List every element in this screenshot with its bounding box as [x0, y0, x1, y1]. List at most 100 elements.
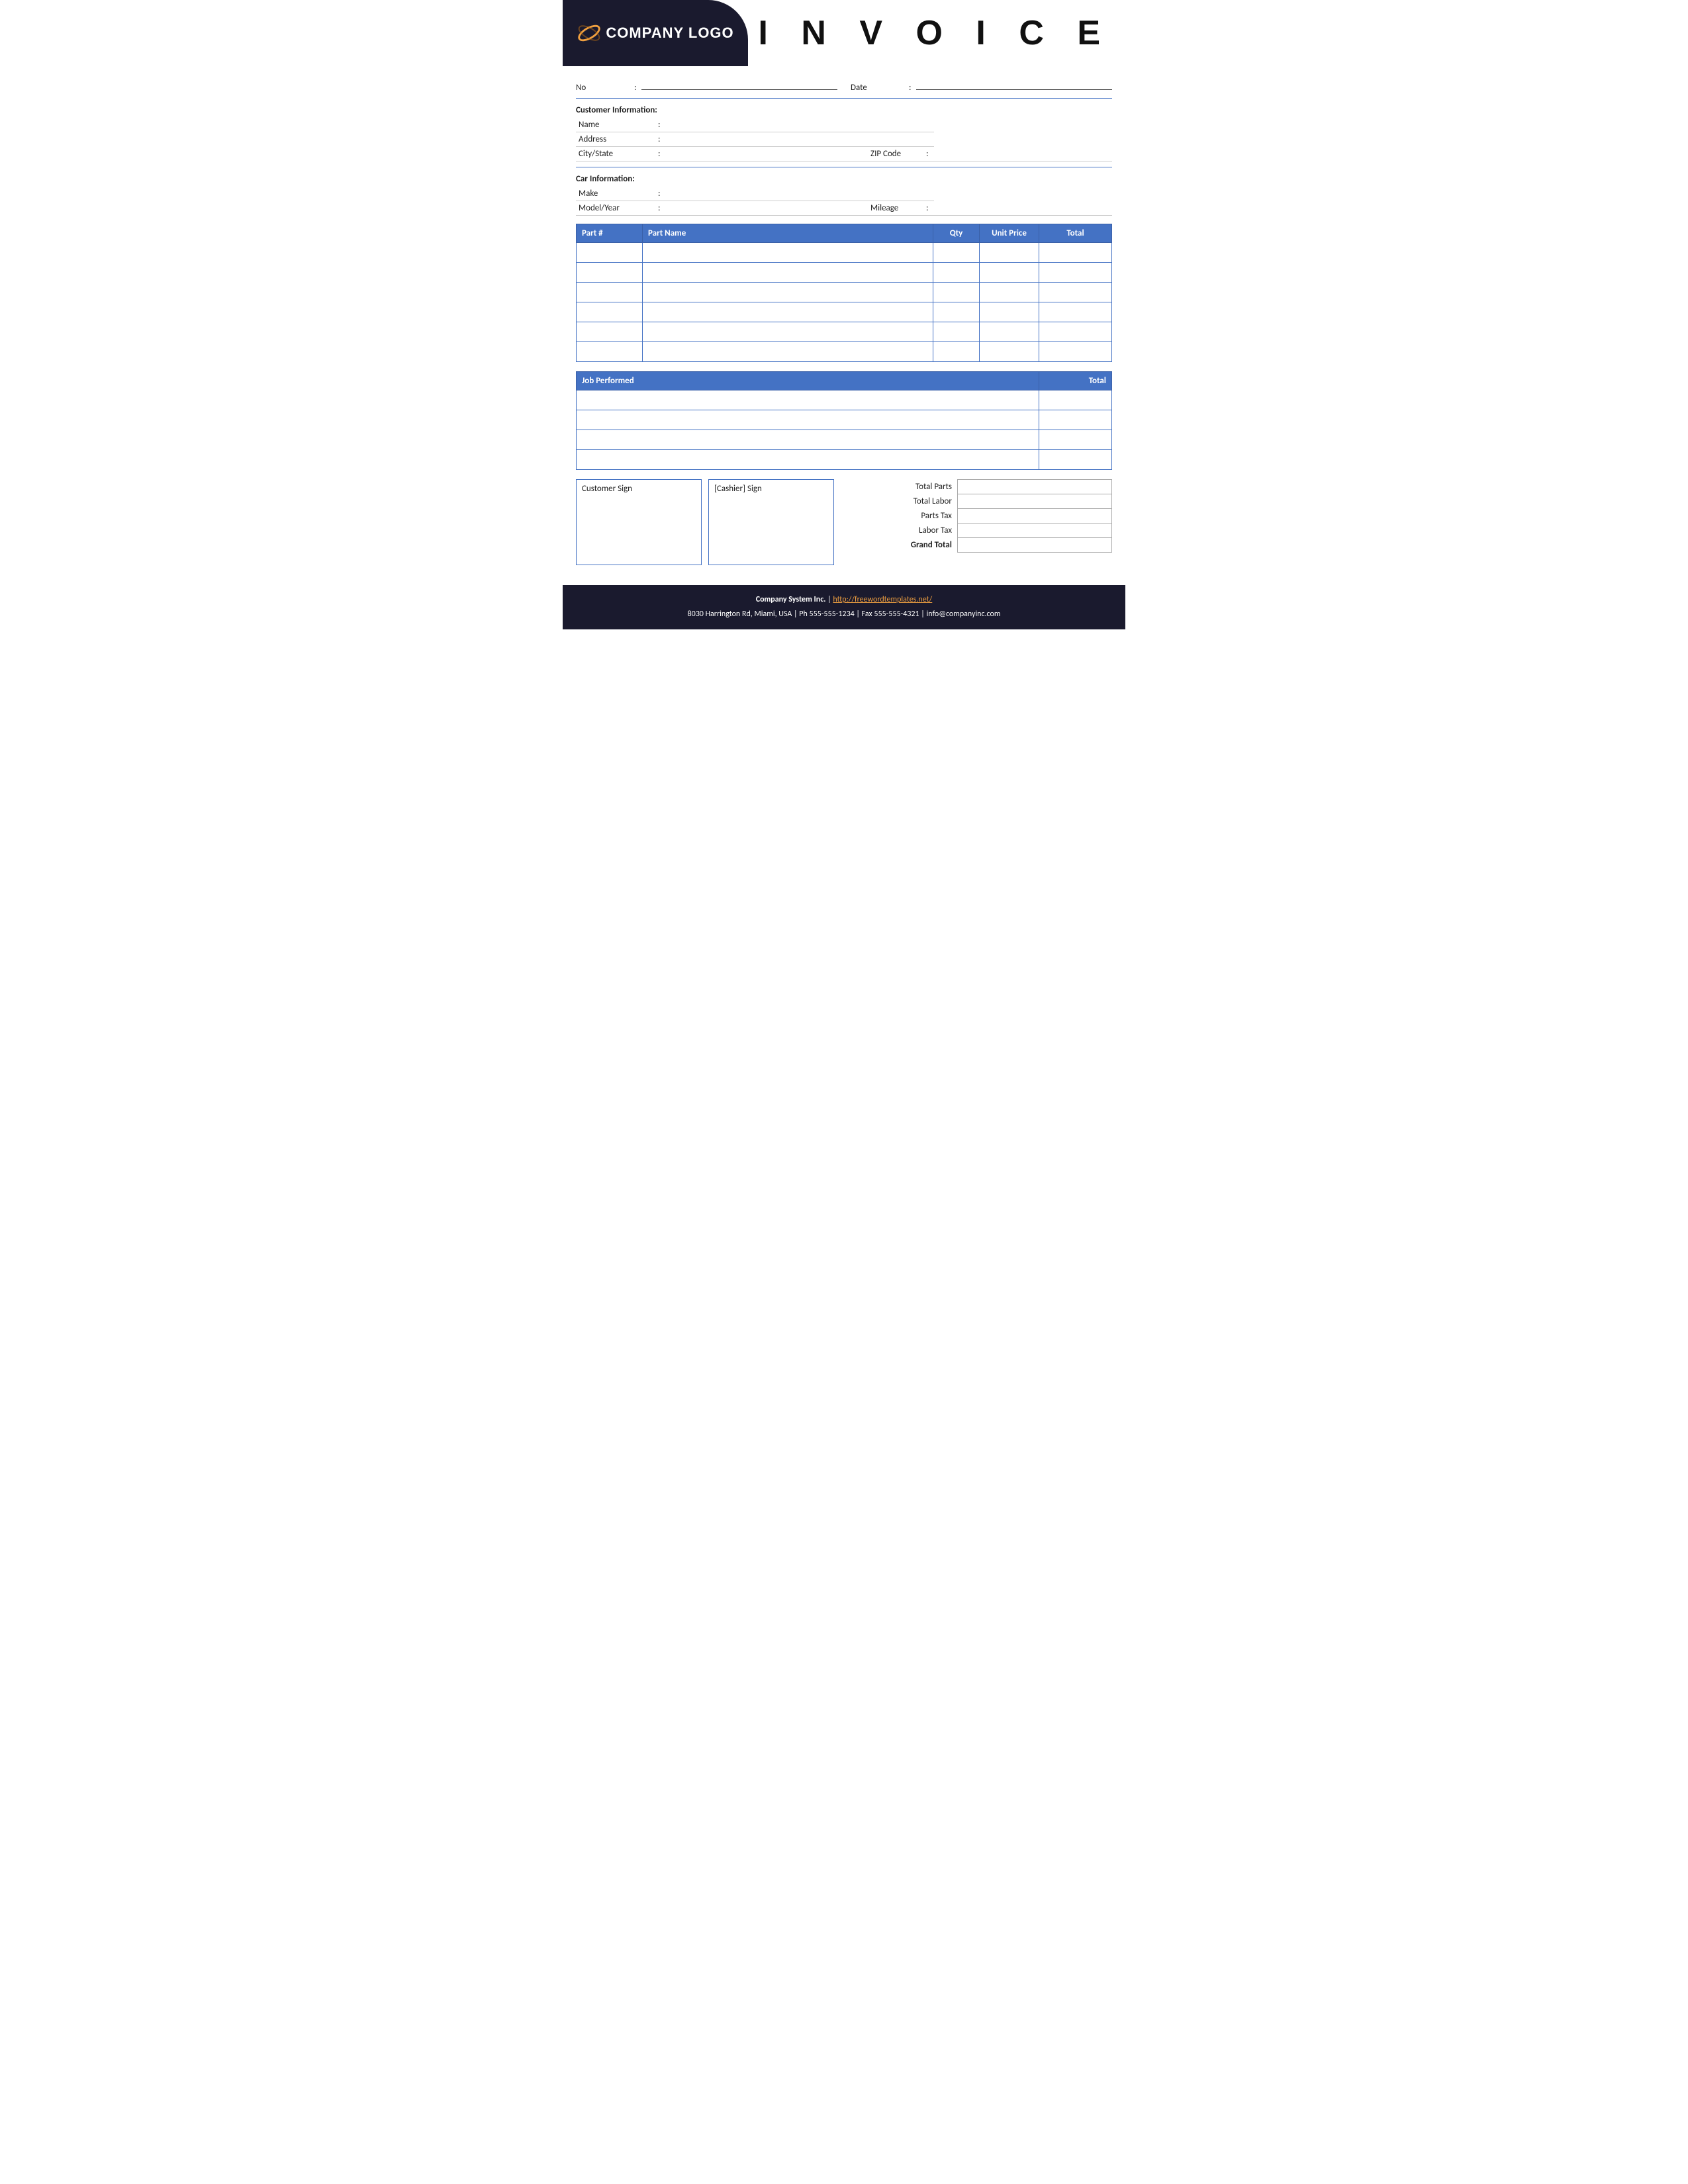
main-content: No : Date : Customer Information: Name :…	[563, 79, 1125, 565]
bottom-section: Customer Sign [Cashier] Sign Total Parts…	[576, 479, 1112, 565]
footer-line2: 8030 Harrington Rd, Miami, USA | Ph 555-…	[576, 608, 1112, 622]
parts-header-qty: Qty	[933, 224, 980, 243]
job-header-row: Job Performed Total	[577, 372, 1112, 390]
parts-header-unitprice: Unit Price	[980, 224, 1039, 243]
parts-row-4	[577, 322, 1112, 342]
cashier-sign-label: [Cashier] Sign	[714, 484, 828, 494]
customer-sign-box: Customer Sign	[576, 479, 702, 565]
parts-row-5	[577, 342, 1112, 362]
modelyear-value	[666, 201, 844, 216]
no-label: No	[576, 83, 629, 93]
address-value	[666, 132, 934, 147]
divider-1	[576, 98, 1112, 99]
grand-total-label: Grand Total	[847, 538, 957, 553]
make-colon: :	[655, 187, 666, 201]
total-parts-label: Total Parts	[847, 480, 957, 494]
address-label: Address	[576, 132, 655, 147]
parts-unitprice-0	[980, 243, 1039, 263]
parts-partnum-2	[577, 283, 643, 302]
job-job-3	[577, 450, 1039, 470]
parts-partnum-3	[577, 302, 643, 322]
date-colon: :	[909, 83, 911, 93]
make-label: Make	[576, 187, 655, 201]
parts-header-partnum: Part #	[577, 224, 643, 243]
parts-unitprice-2	[980, 283, 1039, 302]
parts-partnum-4	[577, 322, 643, 342]
signature-boxes: Customer Sign [Cashier] Sign	[576, 479, 834, 565]
address-row: Address :	[576, 132, 1112, 147]
parts-row-3	[577, 302, 1112, 322]
logo-area: COMPANY LOGO	[563, 0, 748, 66]
citystate-value	[666, 147, 844, 161]
parts-total-1	[1039, 263, 1112, 283]
parts-unitprice-1	[980, 263, 1039, 283]
date-value-line	[916, 79, 1112, 90]
cashier-sign-box: [Cashier] Sign	[708, 479, 834, 565]
zip-value	[934, 147, 1112, 161]
customer-info-table: Name : Address : City/State : ZIP Code :	[576, 118, 1112, 161]
parts-partnum-0	[577, 243, 643, 263]
logo-text: COMPANY LOGO	[606, 24, 733, 42]
job-total-1	[1039, 410, 1112, 430]
zip-label: ZIP Code	[844, 147, 923, 161]
make-row: Make :	[576, 187, 1112, 201]
job-header-job: Job Performed	[577, 372, 1039, 390]
footer-website[interactable]: http://freewordtemplates.net/	[833, 595, 932, 604]
mileage-label: Mileage	[844, 201, 923, 216]
parts-partname-1	[643, 263, 933, 283]
mileage-value	[934, 201, 1112, 216]
total-parts-value	[957, 480, 1111, 494]
footer-line1: Company System Inc. | http://freewordtem…	[576, 593, 1112, 608]
parts-partname-3	[643, 302, 933, 322]
job-job-2	[577, 430, 1039, 450]
parts-header-row: Part # Part Name Qty Unit Price Total	[577, 224, 1112, 243]
parts-header-partname: Part Name	[643, 224, 933, 243]
job-row-0	[577, 390, 1112, 410]
logo-icon	[577, 21, 602, 46]
no-colon: :	[634, 83, 636, 93]
job-row-2	[577, 430, 1112, 450]
job-total-2	[1039, 430, 1112, 450]
job-job-1	[577, 410, 1039, 430]
zip-colon: :	[923, 147, 934, 161]
invoice-title-area: I N V O I C E	[748, 0, 1125, 66]
mileage-colon: :	[923, 201, 934, 216]
customer-sign-label: Customer Sign	[582, 484, 696, 494]
parts-total-0	[1039, 243, 1112, 263]
page-header: COMPANY LOGO I N V O I C E	[563, 0, 1125, 66]
invoice-title: I N V O I C E	[759, 13, 1113, 53]
modelyear-colon: :	[655, 201, 666, 216]
date-field-group: Date :	[851, 79, 1112, 93]
no-field-group: No :	[576, 79, 837, 93]
job-row-3	[577, 450, 1112, 470]
total-labor-value	[957, 494, 1111, 509]
parts-row-1	[577, 263, 1112, 283]
parts-tax-row: Parts Tax	[847, 509, 1112, 523]
name-value	[666, 118, 934, 132]
total-labor-row: Total Labor	[847, 494, 1112, 509]
parts-total-2	[1039, 283, 1112, 302]
parts-unitprice-5	[980, 342, 1039, 362]
citystate-label: City/State	[576, 147, 655, 161]
parts-partnum-1	[577, 263, 643, 283]
no-value-line	[641, 79, 837, 90]
page-footer: Company System Inc. | http://freewordtem…	[563, 585, 1125, 629]
job-job-0	[577, 390, 1039, 410]
totals-section: Total Parts Total Labor Parts Tax Labor …	[847, 479, 1112, 553]
parts-row-2	[577, 283, 1112, 302]
totals-table: Total Parts Total Labor Parts Tax Labor …	[847, 479, 1112, 553]
no-date-row: No : Date :	[576, 79, 1112, 93]
parts-row-0	[577, 243, 1112, 263]
date-label: Date	[851, 83, 904, 93]
labor-tax-value	[957, 523, 1111, 538]
parts-partnum-5	[577, 342, 643, 362]
parts-qty-1	[933, 263, 980, 283]
parts-unitprice-4	[980, 322, 1039, 342]
job-total-0	[1039, 390, 1112, 410]
parts-table: Part # Part Name Qty Unit Price Total	[576, 224, 1112, 362]
parts-qty-3	[933, 302, 980, 322]
car-section-title: Car Information:	[576, 174, 1112, 184]
total-labor-label: Total Labor	[847, 494, 957, 509]
parts-total-5	[1039, 342, 1112, 362]
parts-qty-2	[933, 283, 980, 302]
